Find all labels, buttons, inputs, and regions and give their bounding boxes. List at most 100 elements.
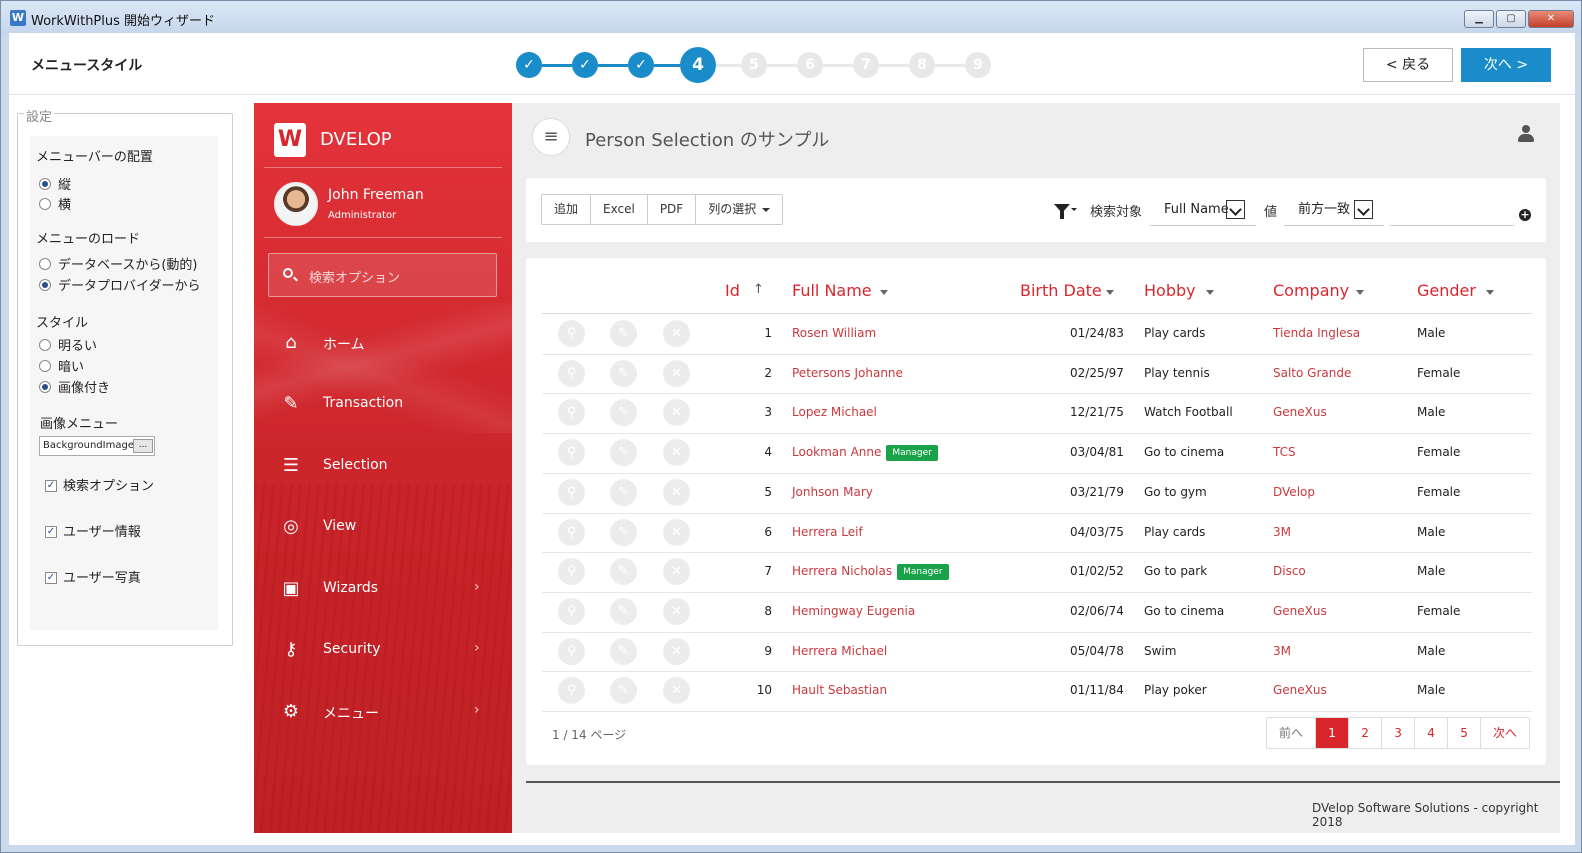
column-header-hobby[interactable]: Hobby (1144, 281, 1196, 300)
side-menu-item-target[interactable]: ◎ View (254, 507, 512, 547)
cell-company[interactable]: Salto Grande (1273, 366, 1351, 380)
cell-full-name[interactable]: Jonhson Mary (792, 485, 873, 499)
menubar-horizontal-radio[interactable] (39, 198, 51, 210)
edit-icon[interactable]: ✎ (610, 518, 637, 546)
table-row[interactable]: ⚲ ✎ ✕ 1 Rosen William 01/24/83 Play cards Tiend… (542, 314, 1532, 354)
user-photo-checkbox[interactable]: ✓ (45, 572, 57, 584)
search-target-select[interactable]: Full Name (1150, 193, 1256, 226)
edit-icon[interactable]: ✎ (610, 320, 637, 347)
cell-full-name[interactable]: Hemingway Eugenia (792, 604, 915, 618)
delete-icon[interactable]: ✕ (663, 637, 690, 665)
cell-full-name[interactable]: Lopez Michael (792, 405, 877, 419)
plus-icon[interactable]: + (1519, 209, 1531, 221)
full-name-link[interactable]: Herrera Michael (792, 644, 887, 658)
edit-icon[interactable]: ✎ (610, 478, 637, 506)
view-icon[interactable]: ⚲ (558, 597, 585, 625)
browse-button[interactable]: ... (133, 439, 153, 453)
table-row[interactable]: ⚲ ✎ ✕ 8 Hemingway Eugenia 02/06/74 Go to cinem… (542, 592, 1532, 632)
search-option-checkbox[interactable]: ✓ (45, 480, 57, 492)
cell-full-name[interactable]: Petersons Johanne (792, 366, 903, 380)
table-row[interactable]: ⚲ ✎ ✕ 2 Petersons Johanne 02/25/97 Play tennis… (542, 354, 1532, 394)
cell-company[interactable]: GeneXus (1273, 604, 1327, 618)
view-icon[interactable]: ⚲ (558, 558, 585, 586)
full-name-link[interactable]: Lookman Anne (792, 445, 881, 459)
cell-full-name[interactable]: Herrera Nicholas Manager (792, 564, 949, 581)
pager-page-4[interactable]: 4 (1415, 718, 1449, 748)
view-icon[interactable]: ⚲ (558, 677, 585, 705)
style-dark-radio[interactable] (39, 360, 51, 372)
caret-down-icon[interactable] (1206, 290, 1214, 295)
match-type-select[interactable]: 前方一致 (1284, 193, 1384, 226)
side-menu-item-gears[interactable]: ⚙ メニュー › (254, 692, 512, 732)
cell-company[interactable]: DVelop (1273, 485, 1315, 499)
full-name-link[interactable]: Rosen William (792, 326, 876, 340)
edit-icon[interactable]: ✎ (610, 597, 637, 625)
delete-icon[interactable]: ✕ (663, 478, 690, 506)
table-row[interactable]: ⚲ ✎ ✕ 6 Herrera Leif 04/03/75 Play cards 3M Male (542, 513, 1532, 553)
edit-icon[interactable]: ✎ (610, 439, 637, 467)
minimize-button[interactable]: ▁ (1464, 10, 1494, 28)
load-database-radio[interactable] (39, 258, 51, 270)
delete-icon[interactable]: ✕ (663, 518, 690, 546)
edit-icon[interactable]: ✎ (610, 359, 637, 387)
view-icon[interactable]: ⚲ (558, 359, 585, 387)
cell-full-name[interactable]: Lookman Anne Manager (792, 445, 938, 462)
full-name-link[interactable]: Lopez Michael (792, 405, 877, 419)
column-header-birth-date[interactable]: Birth Date (1020, 281, 1102, 300)
full-name-link[interactable]: Hault Sebastian (792, 683, 887, 697)
view-icon[interactable]: ⚲ (558, 320, 585, 347)
pdf-button[interactable]: PDF (647, 195, 697, 224)
column-header-company[interactable]: Company (1273, 281, 1349, 300)
cell-company[interactable]: 3M (1273, 525, 1291, 539)
user-icon[interactable] (1518, 125, 1534, 143)
load-provider-radio[interactable] (39, 279, 51, 291)
column-header-full-name[interactable]: Full Name (792, 281, 872, 300)
view-icon[interactable]: ⚲ (558, 478, 585, 506)
close-button[interactable]: ✕ (1528, 10, 1574, 28)
delete-icon[interactable]: ✕ (663, 359, 690, 387)
hamburger-menu-button[interactable]: ≡ (532, 118, 570, 156)
side-menu-item-briefcase[interactable]: ▣ Wizards › (254, 569, 512, 609)
edit-icon[interactable]: ✎ (610, 558, 637, 586)
view-icon[interactable]: ⚲ (558, 399, 585, 427)
excel-button[interactable]: Excel (591, 195, 648, 224)
cell-full-name[interactable]: Hault Sebastian (792, 683, 887, 697)
edit-icon[interactable]: ✎ (610, 677, 637, 705)
add-button[interactable]: 追加 (542, 195, 592, 224)
maximize-button[interactable]: ▢ (1496, 10, 1526, 28)
next-button[interactable]: 次へ > (1461, 48, 1551, 82)
pager-next-button[interactable]: 次へ (1481, 718, 1530, 748)
style-image-radio[interactable] (39, 381, 51, 393)
edit-icon[interactable]: ✎ (610, 637, 637, 665)
table-row[interactable]: ⚲ ✎ ✕ 4 Lookman Anne Manager 03/04/81 Go to cin… (542, 433, 1532, 473)
cell-full-name[interactable]: Rosen William (792, 326, 876, 340)
back-button[interactable]: < 戻る (1363, 48, 1453, 82)
cell-company[interactable]: GeneXus (1273, 405, 1327, 419)
cell-company[interactable]: Tienda Inglesa (1273, 326, 1360, 340)
pager-page-1[interactable]: 1 (1316, 718, 1350, 748)
table-row[interactable]: ⚲ ✎ ✕ 9 Herrera Michael 05/04/78 Swim 3M Male (542, 632, 1532, 672)
pager-page-3[interactable]: 3 (1382, 718, 1416, 748)
delete-icon[interactable]: ✕ (663, 677, 690, 705)
delete-icon[interactable]: ✕ (663, 439, 690, 467)
cell-company[interactable]: 3M (1273, 644, 1291, 658)
view-icon[interactable]: ⚲ (558, 518, 585, 546)
style-light-radio[interactable] (39, 339, 51, 351)
column-select-button[interactable]: 列の選択 (696, 195, 783, 224)
cell-company[interactable]: GeneXus (1273, 683, 1327, 697)
table-row[interactable]: ⚲ ✎ ✕ 5 Jonhson Mary 03/21/79 Go to gym DVelop F… (542, 473, 1532, 513)
cell-full-name[interactable]: Herrera Michael (792, 644, 887, 658)
table-row[interactable]: ⚲ ✎ ✕ 7 Herrera Nicholas Manager 01/02/52 Go to… (542, 552, 1532, 592)
caret-down-icon[interactable] (1106, 290, 1114, 295)
full-name-link[interactable]: Herrera Leif (792, 525, 863, 539)
cell-company[interactable]: Disco (1273, 564, 1306, 578)
side-search-box[interactable]: 検索オプション (268, 253, 497, 297)
image-menu-input[interactable]: BackgroundImageI ... (39, 436, 155, 456)
delete-icon[interactable]: ✕ (663, 320, 690, 347)
pager-page-2[interactable]: 2 (1349, 718, 1383, 748)
full-name-link[interactable]: Jonhson Mary (792, 485, 873, 499)
delete-icon[interactable]: ✕ (663, 558, 690, 586)
filter-value-input[interactable] (1390, 193, 1514, 226)
table-row[interactable]: ⚲ ✎ ✕ 10 Hault Sebastian 01/11/84 Play poker Ge… (542, 671, 1532, 711)
cell-full-name[interactable]: Herrera Leif (792, 525, 863, 539)
